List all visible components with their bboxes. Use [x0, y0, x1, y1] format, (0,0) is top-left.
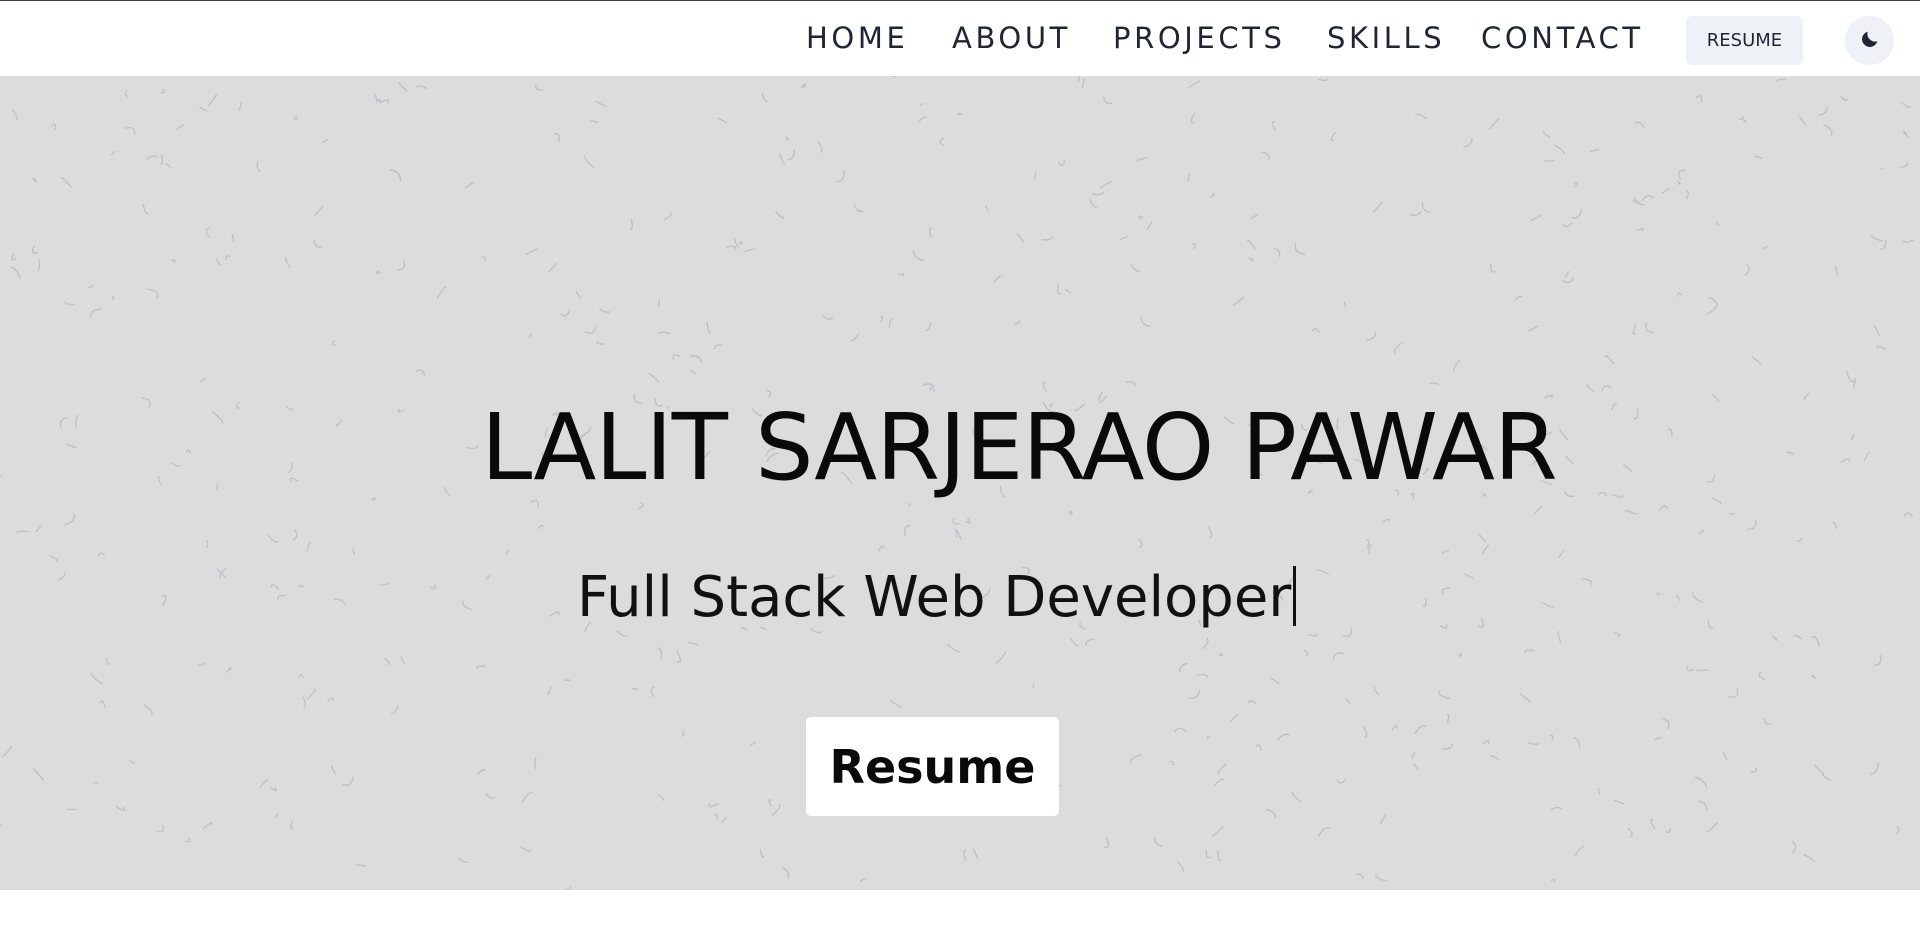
- theme-toggle-button[interactable]: [1845, 16, 1894, 65]
- nav-link-contact[interactable]: CONTACT: [1481, 21, 1644, 55]
- nav-link-home[interactable]: HOME: [806, 21, 908, 55]
- hero-section: LALIT SARJERAO PAWAR Full Stack Web Deve…: [0, 76, 1920, 890]
- typing-cursor: [1293, 566, 1297, 626]
- nav-link-about[interactable]: ABOUT: [952, 21, 1071, 55]
- moon-icon: [1859, 28, 1881, 53]
- hero-resume-button[interactable]: Resume: [806, 717, 1059, 816]
- hero-title: LALIT SARJERAO PAWAR: [481, 394, 1558, 501]
- nav-resume-button[interactable]: RESUME: [1686, 16, 1803, 65]
- navbar: HOME ABOUT PROJECTS SKILLS CONTACT RESUM…: [0, 1, 1920, 76]
- hero-subtitle-text: Full Stack Web Developer: [577, 565, 1292, 630]
- page-below-hero: [0, 890, 1920, 929]
- nav-link-projects[interactable]: PROJECTS: [1113, 21, 1286, 55]
- hero-subtitle: Full Stack Web Developer: [577, 565, 1297, 630]
- nav-link-skills[interactable]: SKILLS: [1327, 21, 1445, 55]
